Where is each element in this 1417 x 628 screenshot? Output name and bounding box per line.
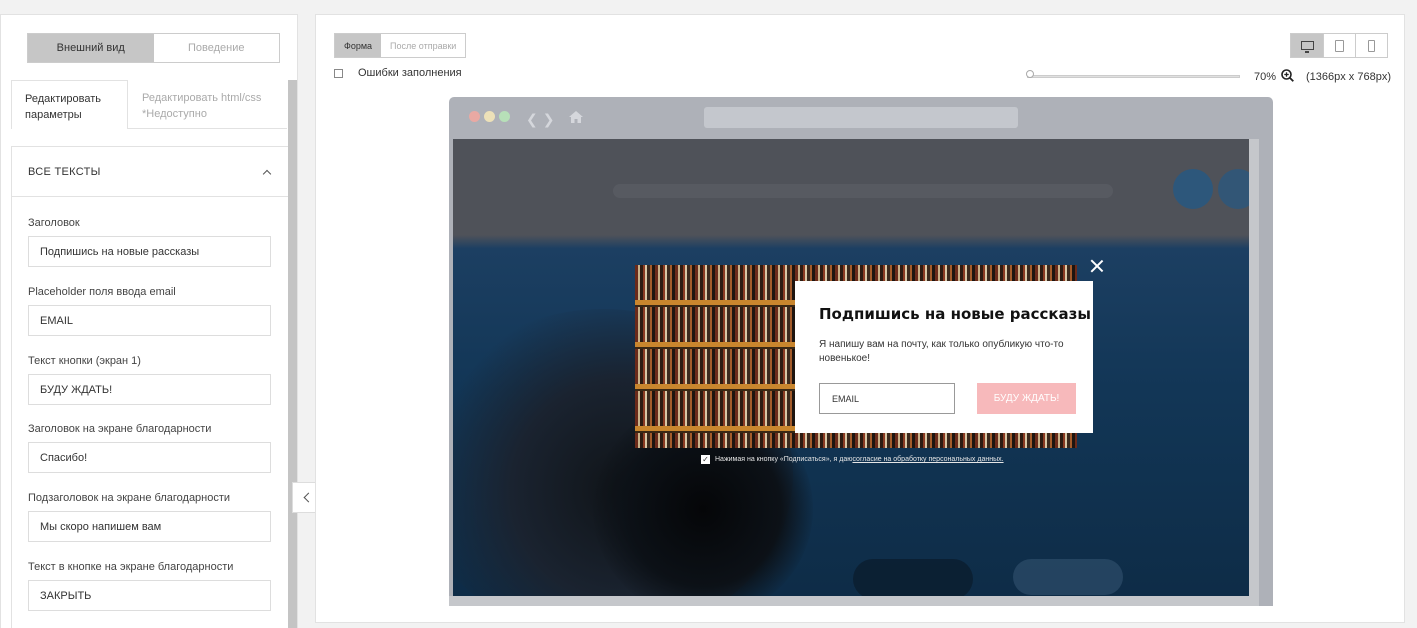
phone-icon <box>1368 39 1375 52</box>
window-dot-red <box>469 111 480 122</box>
window-controls <box>469 111 510 122</box>
blurred-site-cta <box>1013 559 1123 595</box>
tab-edit-html[interactable]: Редактировать html/css *Недоступно <box>128 80 287 128</box>
consent-row: ✓ Нажимая на кнопку «Подписаться», я даю… <box>701 455 1004 464</box>
button-text-input[interactable]: БУДУ ЖДАТЬ! <box>28 374 271 405</box>
popup-email-field[interactable]: EMAIL <box>819 383 955 414</box>
tab-behavior[interactable]: Поведение <box>153 34 279 62</box>
preview-panel: Форма После отправки Ошибки заполнения 7… <box>315 14 1405 623</box>
view-mode-switch: Внешний вид Поведение <box>27 33 280 63</box>
device-switcher <box>1290 33 1388 58</box>
consent-checkbox[interactable]: ✓ <box>701 455 710 464</box>
desktop-icon <box>1300 41 1314 53</box>
field-label-title: Заголовок <box>28 217 80 229</box>
tab-edit-params[interactable]: Редактировать параметры <box>11 80 128 130</box>
tab-edit-params-line2: параметры <box>25 109 82 121</box>
consent-text: Нажимая на кнопку «Подписаться», я даю <box>715 456 853 463</box>
tab-edit-html-line2: *Недоступно <box>142 108 207 120</box>
popup-subtitle: Я напишу вам на почту, как только опубли… <box>819 339 1064 364</box>
popup-subscribe-button[interactable]: БУДУ ЖДАТЬ! <box>977 383 1076 414</box>
field-label-thanks-button: Текст в кнопке на экране благодарности <box>28 561 234 573</box>
section-title: ВСЕ ТЕКСТЫ <box>28 165 101 178</box>
device-phone-button[interactable] <box>1355 34 1387 57</box>
subscribe-popup: Подпишись на новые рассказы Я напишу вам… <box>795 281 1093 433</box>
chevron-up-icon <box>262 167 272 177</box>
window-dot-yellow <box>484 111 495 122</box>
validation-errors-toggle[interactable]: Ошибки заполнения <box>334 67 462 79</box>
home-icon <box>569 111 583 123</box>
close-icon[interactable] <box>1090 259 1104 273</box>
field-label-thanks-title: Заголовок на экране благодарности <box>28 423 212 435</box>
blurred-site-cta <box>853 559 973 596</box>
zoom-in-icon[interactable] <box>1281 69 1294 82</box>
field-label-button-text: Текст кнопки (экран 1) <box>28 355 141 367</box>
preview-mode-tabs: Форма После отправки <box>334 33 467 58</box>
device-desktop-button[interactable] <box>1291 34 1323 57</box>
tablet-icon <box>1335 39 1344 52</box>
blurred-site-button <box>1173 169 1213 209</box>
validation-errors-checkbox[interactable] <box>334 68 343 78</box>
blurred-site-nav <box>613 184 1113 198</box>
texts-section: ВСЕ ТЕКСТЫ Заголовок Подпишись на новые … <box>11 146 288 628</box>
back-forward-icon: ❮❯ <box>526 112 560 128</box>
address-bar <box>704 107 1018 128</box>
popup-title: Подпишись на новые рассказы <box>819 305 1091 323</box>
validation-errors-label: Ошибки заполнения <box>358 67 462 79</box>
tab-edit-html-line1: Редактировать html/css <box>142 92 262 104</box>
email-placeholder-input[interactable]: EMAIL <box>28 305 271 336</box>
title-input[interactable]: Подпишись на новые рассказы <box>28 236 271 267</box>
panel-scrollbar[interactable] <box>288 80 297 628</box>
device-tablet-button[interactable] <box>1323 34 1355 57</box>
chevron-left-icon <box>303 492 313 503</box>
zoom-resolution: (1366px x 768px) <box>1306 71 1391 83</box>
thanks-title-input[interactable]: Спасибо! <box>28 442 271 473</box>
field-label-email-placeholder: Placeholder поля ввода email <box>28 286 176 298</box>
browser-mockup: ❮❯ Подпишись на новые рассказы Я напишу … <box>449 97 1273 606</box>
edit-tabs: Редактировать параметры Редактировать ht… <box>11 80 287 130</box>
field-label-thanks-subtitle: Подзаголовок на экране благодарности <box>28 492 231 504</box>
preview-vertical-scrollbar[interactable] <box>1249 139 1259 596</box>
window-dot-green <box>499 111 510 122</box>
settings-panel: Внешний вид Поведение Редактировать пара… <box>0 14 298 628</box>
tab-form[interactable]: Форма <box>335 34 382 57</box>
tab-after-submit[interactable]: После отправки <box>381 34 466 57</box>
consent-link[interactable]: согласие на обработку персональных данны… <box>852 456 1003 463</box>
zoom-slider[interactable] <box>1027 75 1240 78</box>
tab-edit-params-line1: Редактировать <box>25 93 101 105</box>
tab-appearance[interactable]: Внешний вид <box>28 34 154 62</box>
zoom-percent: 70% <box>1254 71 1277 83</box>
zoom-slider-handle[interactable] <box>1026 70 1034 78</box>
thanks-button-input[interactable]: ЗАКРЫТЬ <box>28 580 271 611</box>
site-preview: Подпишись на новые рассказы Я напишу вам… <box>453 139 1259 596</box>
section-header-all-texts[interactable]: ВСЕ ТЕКСТЫ <box>12 147 288 197</box>
preview-horizontal-scrollbar[interactable] <box>449 596 1259 606</box>
thanks-subtitle-input[interactable]: Мы скоро напишем вам <box>28 511 271 542</box>
